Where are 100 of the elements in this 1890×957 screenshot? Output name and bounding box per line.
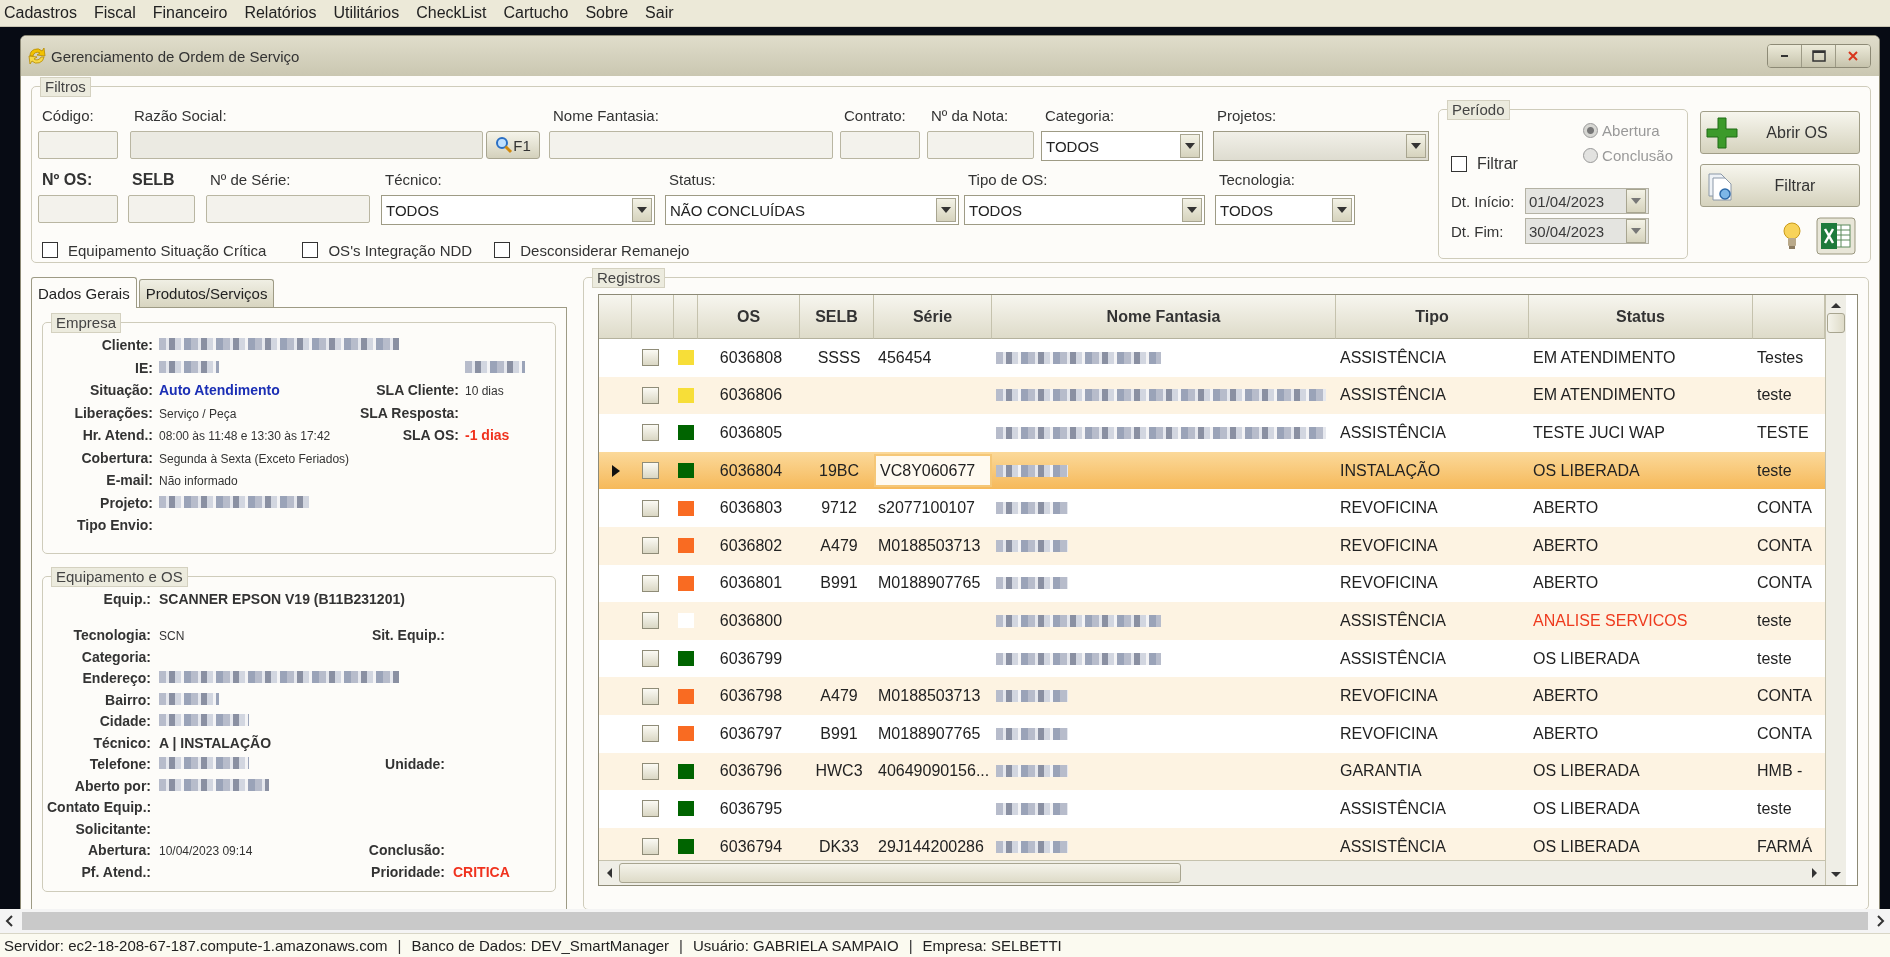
table-row[interactable]: 6036804 19BC VC8Y060677 INSTALAÇÃO OS LIBERADA teste [599, 451, 1825, 490]
checkbox-label: OS's Integração NDD [328, 241, 473, 259]
menu-item[interactable]: Sair [641, 4, 683, 22]
column-header[interactable]: OS [698, 295, 800, 339]
group-title: Empresa [51, 313, 122, 333]
input-field[interactable] [130, 131, 483, 159]
table-cell-text: 6036797 [718, 723, 784, 744]
menu-item[interactable]: Financeiro [148, 4, 237, 22]
lightbulb-icon[interactable] [1782, 221, 1802, 251]
table-cell-text: OS LIBERADA [1532, 836, 1641, 857]
checkbox[interactable] [642, 386, 659, 404]
table-cell-text: A479 [819, 535, 859, 556]
table-row[interactable]: 6036796 HWC3 40649090156... GARANTIA OS LIBERADA HMB - [599, 752, 1825, 791]
table-cell-text: OS LIBERADA [1532, 648, 1641, 669]
column-header[interactable]: Nome Fantasia [992, 295, 1336, 339]
table-cell-text: REVOFICINA [1339, 535, 1439, 556]
checkbox[interactable] [642, 762, 659, 780]
checkbox[interactable] [642, 349, 659, 367]
tab[interactable]: Produtos/Serviços [138, 279, 275, 307]
table-cell-text: ASSISTÊNCIA [1339, 384, 1447, 406]
field-label: Aberto por: [73, 777, 151, 794]
table-cell-text: DK33 [818, 836, 860, 857]
table-cell-text: EM ATENDIMENTO [1532, 347, 1677, 368]
table-row[interactable]: 6036806 ASSISTÊNCIA EM ATENDIMENTO teste [599, 376, 1825, 415]
column-header[interactable]: SELB [800, 295, 874, 339]
column-header[interactable]: Tipo [1336, 295, 1529, 339]
maximize-button[interactable] [1802, 45, 1836, 67]
input-field[interactable] [549, 131, 833, 159]
close-icon [1847, 50, 1859, 62]
field-label: Categoria: [1044, 107, 1116, 126]
table-cell-text: 456454 [877, 347, 933, 368]
menu-item[interactable]: Fiscal [89, 4, 145, 22]
checkbox[interactable] [642, 574, 659, 592]
spreadsheet-icon[interactable] [1816, 217, 1856, 255]
scrollbar[interactable] [1825, 295, 1846, 885]
column-header[interactable]: Status [1529, 295, 1753, 339]
input-field[interactable] [128, 195, 195, 223]
checkbox[interactable] [642, 499, 659, 517]
checkbox-label: Filtrar [1477, 155, 1518, 173]
table-cell-text: 29J144200286 [877, 836, 985, 857]
table-row[interactable]: 6036798 A479 M0188503713 REVOFICINA ABERTO CONTA [599, 677, 1825, 715]
search-icon [495, 136, 514, 154]
checkbox[interactable] [42, 242, 58, 258]
row-pointer-icon [611, 464, 620, 477]
table-cell-text: 6036806 [718, 385, 784, 406]
column-header[interactable]: Série [874, 295, 992, 339]
table-cell-text: ABERTO [1532, 498, 1600, 519]
separator: | [397, 937, 402, 954]
checkbox[interactable] [642, 725, 659, 743]
dropdown[interactable]: TODOS [1215, 195, 1355, 225]
dropdown[interactable]: TODOS [1041, 131, 1203, 161]
field-label: Sit. Equip.: [370, 627, 445, 643]
table-cell-text: ASSISTÊNCIA [1339, 422, 1447, 443]
field-label: Razão Social: [133, 107, 228, 126]
checkbox[interactable] [642, 424, 659, 442]
close-button[interactable] [1836, 45, 1870, 67]
field-label: Liberações: [73, 404, 153, 421]
table-cell-text: ABERTO [1532, 573, 1600, 594]
input-field[interactable] [206, 195, 370, 223]
table-row[interactable]: 6036802 A479 M0188503713 REVOFICINA ABERTO CONTA [599, 526, 1825, 565]
table-cell-text: ABERTO [1532, 686, 1600, 707]
tab[interactable]: Dados Gerais [31, 277, 137, 308]
table-cell-text: CONTA [1756, 723, 1813, 744]
input-field[interactable] [38, 131, 118, 159]
input-field[interactable] [38, 195, 118, 223]
open-os-button[interactable]: Abrir OS [1700, 111, 1860, 154]
field-label: Nº da Nota: [930, 107, 1010, 126]
dropdown[interactable]: TODOS [964, 195, 1205, 225]
menu-item[interactable]: CheckList [412, 4, 496, 22]
checkbox[interactable] [642, 537, 659, 555]
menu-item[interactable]: Cartucho [499, 4, 578, 22]
checkbox[interactable] [642, 800, 659, 818]
scrollbar-thumb[interactable] [1827, 313, 1845, 333]
table-cell-text: INSTALAÇÃO [1339, 460, 1442, 481]
table-row[interactable]: 6036800 ASSISTÊNCIA ANALISE SERVICOS teste [599, 602, 1825, 640]
input-field[interactable] [927, 131, 1034, 159]
scrollbar-thumb[interactable] [619, 863, 1181, 883]
search-button[interactable]: F1 [486, 131, 540, 159]
menu-item[interactable]: Cadastros [0, 4, 86, 22]
checkbox[interactable] [642, 838, 659, 855]
checkbox[interactable] [642, 612, 659, 630]
menu-item[interactable]: Utilitários [329, 4, 409, 22]
checkbox[interactable] [642, 462, 659, 480]
checkbox[interactable] [302, 242, 319, 258]
menu-item[interactable]: Sobre [581, 4, 638, 22]
table-row[interactable]: 6036794 DK33 29J144200286 ASSISTÊNCIA OS LIBERADA FARMÁ [599, 827, 1825, 860]
table-cell-text: M0188503713 [877, 686, 982, 707]
filter-button[interactable]: Filtrar [1700, 164, 1860, 207]
dropdown[interactable]: NÃO CONCLUÍDAS [665, 195, 959, 225]
table-cell-text: M0188907765 [877, 723, 982, 744]
menu-item[interactable]: Relatórios [240, 4, 326, 22]
checkbox[interactable] [494, 242, 511, 258]
scrollbar[interactable] [599, 860, 1825, 885]
dropdown[interactable] [1213, 131, 1429, 161]
column-header [1753, 295, 1825, 339]
dropdown[interactable]: TODOS [381, 195, 655, 225]
checkbox[interactable] [642, 650, 659, 668]
input-field[interactable] [840, 131, 920, 159]
checkbox[interactable] [642, 687, 659, 705]
scrollbar[interactable] [0, 909, 1890, 933]
